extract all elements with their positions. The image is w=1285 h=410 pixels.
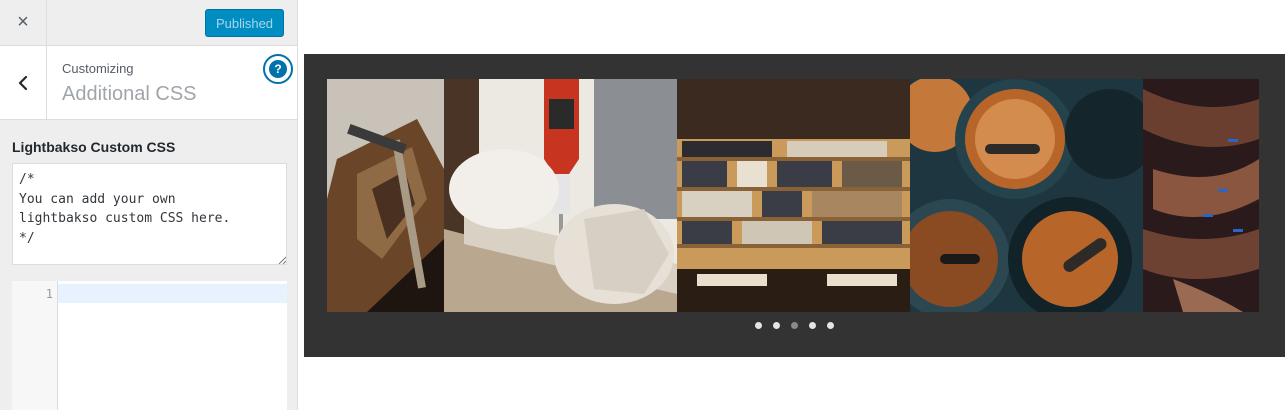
line-number-gutter: 1 [12, 281, 58, 410]
slide-panel-bookshelf [677, 79, 910, 312]
page-title: Additional CSS [62, 83, 197, 105]
slider-pagination [304, 322, 1285, 329]
image-slider [304, 54, 1285, 357]
back-button[interactable] [0, 46, 47, 119]
slide-panel-hands [1143, 79, 1259, 312]
slider-dot-3[interactable] [791, 322, 798, 329]
breadcrumb: Customizing [62, 61, 134, 76]
close-button[interactable]: × [0, 0, 47, 45]
slide-panel-drill [444, 79, 677, 312]
slider-dot-5[interactable] [827, 322, 834, 329]
customizer-sidebar: × Published Customizing Additional CSS ?… [0, 0, 298, 410]
slide-panel-bowls [910, 79, 1143, 312]
section-header: Customizing Additional CSS ? [0, 46, 297, 120]
active-line[interactable] [58, 284, 287, 303]
publish-button[interactable]: Published [205, 9, 284, 37]
chevron-left-icon [18, 75, 28, 90]
help-button[interactable]: ? [263, 54, 293, 84]
slider-dot-4[interactable] [809, 322, 816, 329]
customizer-header: × Published [0, 0, 297, 46]
line-number: 1 [45, 287, 53, 301]
custom-css-textarea[interactable]: /* You can add your own lightbakso custo… [12, 163, 287, 265]
slider-dot-2[interactable] [773, 322, 780, 329]
control-label: Lightbakso Custom CSS [12, 139, 176, 155]
code-editor[interactable]: 1 [12, 281, 287, 410]
slide-panel-tools [327, 79, 444, 312]
slider-dot-1[interactable] [755, 322, 762, 329]
help-icon: ? [269, 60, 287, 78]
resize-handle-icon[interactable] [278, 256, 286, 264]
close-icon: × [17, 11, 29, 33]
site-preview [298, 0, 1285, 410]
slide-image [327, 79, 1259, 312]
